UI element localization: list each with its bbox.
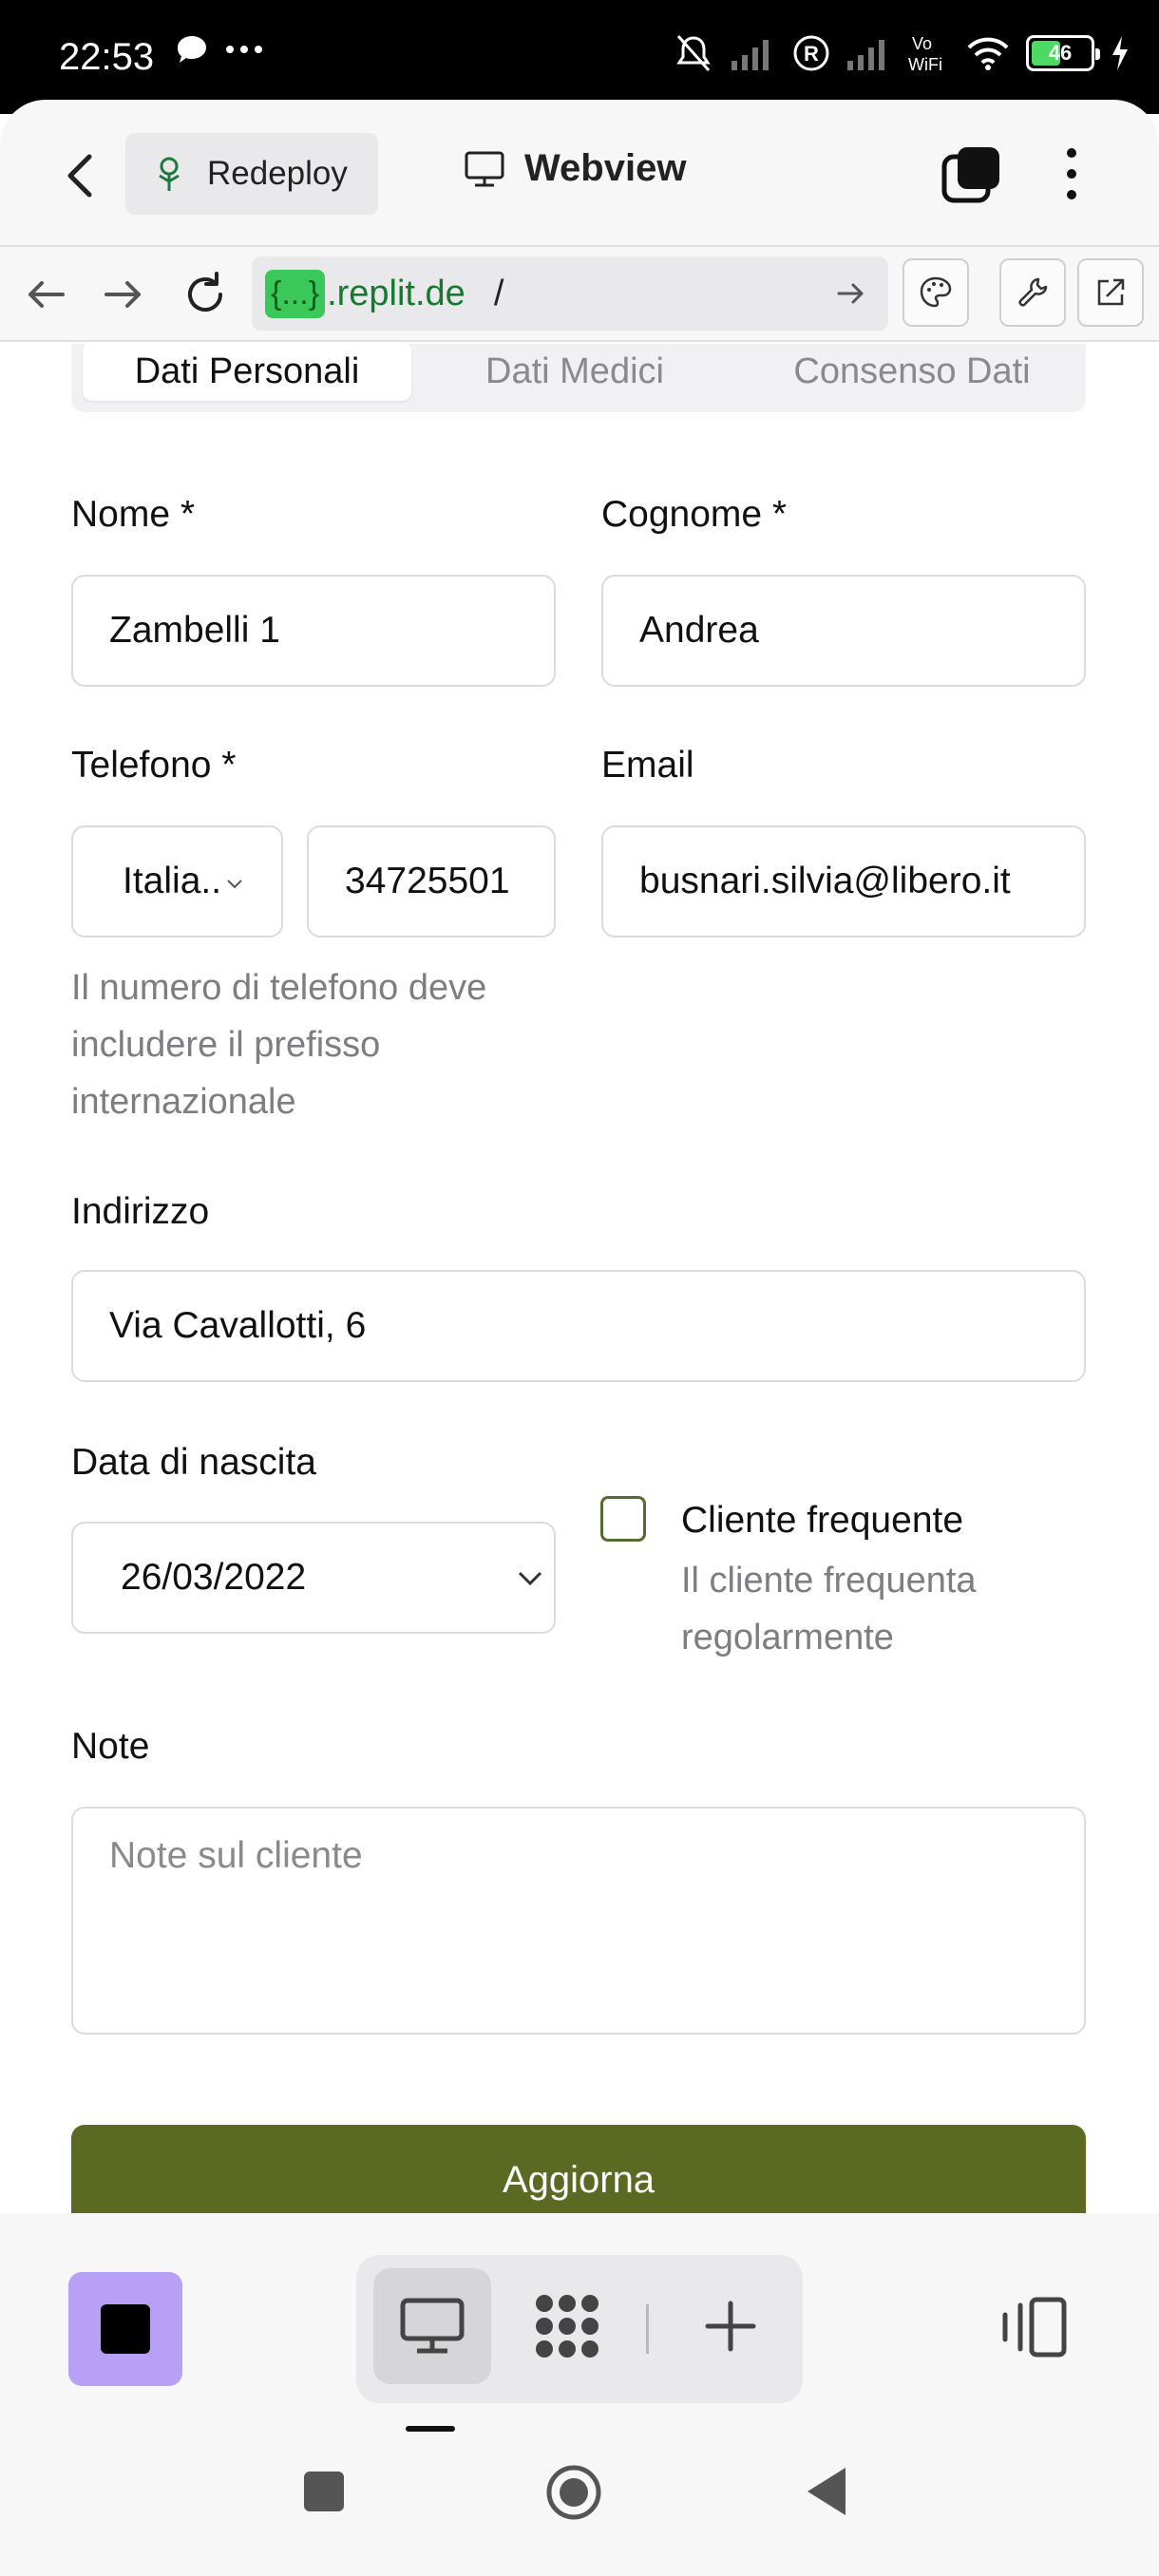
nome-input[interactable]: Zambelli 1 [71, 575, 556, 687]
indirizzo-label: Indirizzo [71, 1191, 210, 1232]
agent-grid-icon [536, 2295, 598, 2358]
recents-icon[interactable] [302, 2470, 346, 2513]
webview-content: Dati Personali Dati Medici Consenso Dati… [0, 344, 1159, 2213]
nav-back-icon[interactable] [19, 268, 72, 321]
home-icon[interactable] [545, 2464, 602, 2521]
status-bar: 22:53 R Vo WiFi 46 [0, 0, 1159, 114]
chevron-down-icon [227, 880, 242, 889]
page-title: Webview [524, 147, 687, 189]
telefono-label: Telefono * [71, 745, 237, 786]
url-badge: {...} [265, 269, 326, 318]
signal-icon [732, 40, 769, 70]
nascita-date-input[interactable]: 26/03/2022 [71, 1522, 556, 1634]
indirizzo-input[interactable]: Via Cavallotti, 6 [71, 1270, 1086, 1382]
cliente-frequente-label: Cliente frequente [681, 1500, 964, 1541]
email-input[interactable]: busnari.silvia@libero.it [601, 825, 1086, 938]
tab-dati-personali[interactable]: Dati Personali [83, 344, 411, 401]
form-tabs: Dati Personali Dati Medici Consenso Dati [71, 344, 1086, 412]
svg-text:R: R [804, 42, 819, 66]
cognome-label: Cognome * [601, 494, 788, 535]
email-label: Email [601, 745, 694, 786]
url-input[interactable]: {...} .replit.de / [252, 256, 888, 331]
webview-title: Webview [464, 147, 686, 190]
svg-text:Vo: Vo [912, 34, 932, 53]
charging-icon [1112, 36, 1128, 70]
bottom-toolbar [0, 2213, 1159, 2576]
webview-mode-button[interactable] [373, 2268, 491, 2384]
divider [646, 2304, 649, 2354]
status-time: 22:53 [59, 36, 155, 78]
redeploy-button[interactable]: Redeploy [125, 133, 378, 215]
theme-button[interactable] [902, 258, 969, 327]
tab-consenso-dati[interactable]: Consenso Dati [755, 344, 1069, 401]
gesture-handle [406, 2426, 455, 2432]
add-tab-button[interactable] [672, 2268, 789, 2384]
url-bar: {...} .replit.de / [0, 247, 1159, 342]
nascita-label: Data di nascita [71, 1442, 316, 1483]
url-domain: .replit.de [327, 273, 466, 313]
cognome-input[interactable]: Andrea [601, 575, 1086, 687]
back-arrow-icon[interactable] [57, 147, 104, 204]
go-arrow-icon[interactable] [833, 275, 869, 312]
note-textarea[interactable]: Note sul cliente [71, 1807, 1086, 2035]
svg-text:WiFi: WiFi [908, 55, 942, 74]
monitor-icon [465, 151, 504, 186]
reload-icon[interactable] [179, 268, 232, 321]
system-back-icon[interactable] [806, 2466, 849, 2517]
split-layout-icon[interactable] [996, 2294, 1072, 2360]
phone-input[interactable]: 34725501 [307, 825, 556, 938]
wifi-icon [967, 37, 1009, 70]
url-path: / [493, 273, 504, 313]
redeploy-label: Redeploy [207, 155, 348, 192]
note-label: Note [71, 1726, 150, 1767]
stop-button[interactable] [68, 2272, 182, 2386]
vowifi-icon: Vo WiFi [908, 34, 942, 74]
cliente-frequente-checkbox[interactable] [600, 1496, 646, 1542]
bell-muted-icon [676, 35, 711, 71]
view-mode-group [356, 2255, 803, 2403]
nascita-value: 26/03/2022 [121, 1557, 307, 1598]
roaming-icon: R [793, 35, 829, 71]
plus-icon [705, 2301, 756, 2352]
battery-icon: 46 [1026, 35, 1100, 71]
monitor-icon [400, 2298, 465, 2354]
chevron-down-icon [518, 1571, 542, 1586]
wrench-icon [1018, 277, 1048, 307]
cliente-frequente-help: Il cliente frequenta regolarmente [681, 1561, 977, 1657]
palette-icon [920, 276, 952, 308]
deploy-tree-icon [159, 157, 180, 191]
aggiorna-button[interactable]: Aggiorna [71, 2125, 1086, 2213]
stop-icon [101, 2304, 150, 2354]
more-dots-icon [226, 46, 262, 53]
signal-2-icon [847, 40, 884, 70]
apps-mode-button[interactable] [508, 2268, 626, 2384]
country-value: Italia.. [123, 861, 222, 901]
battery-level: 46 [1048, 41, 1073, 65]
devtools-button[interactable] [999, 258, 1066, 327]
tabs-stack-icon[interactable] [940, 145, 1001, 206]
phone-help-text: Il numero di telefono deve includere il … [71, 968, 487, 1122]
more-vertical-icon[interactable] [1053, 143, 1091, 204]
open-external-button[interactable] [1077, 258, 1144, 327]
app-bar: Redeploy Webview [0, 100, 1159, 247]
chat-bubble-icon [178, 36, 206, 63]
country-select[interactable]: Italia.. [71, 825, 283, 938]
external-link-icon [1097, 278, 1125, 306]
tab-dati-medici[interactable]: Dati Medici [428, 344, 722, 401]
nome-label: Nome * [71, 494, 196, 535]
nav-forward-icon[interactable] [97, 268, 150, 321]
